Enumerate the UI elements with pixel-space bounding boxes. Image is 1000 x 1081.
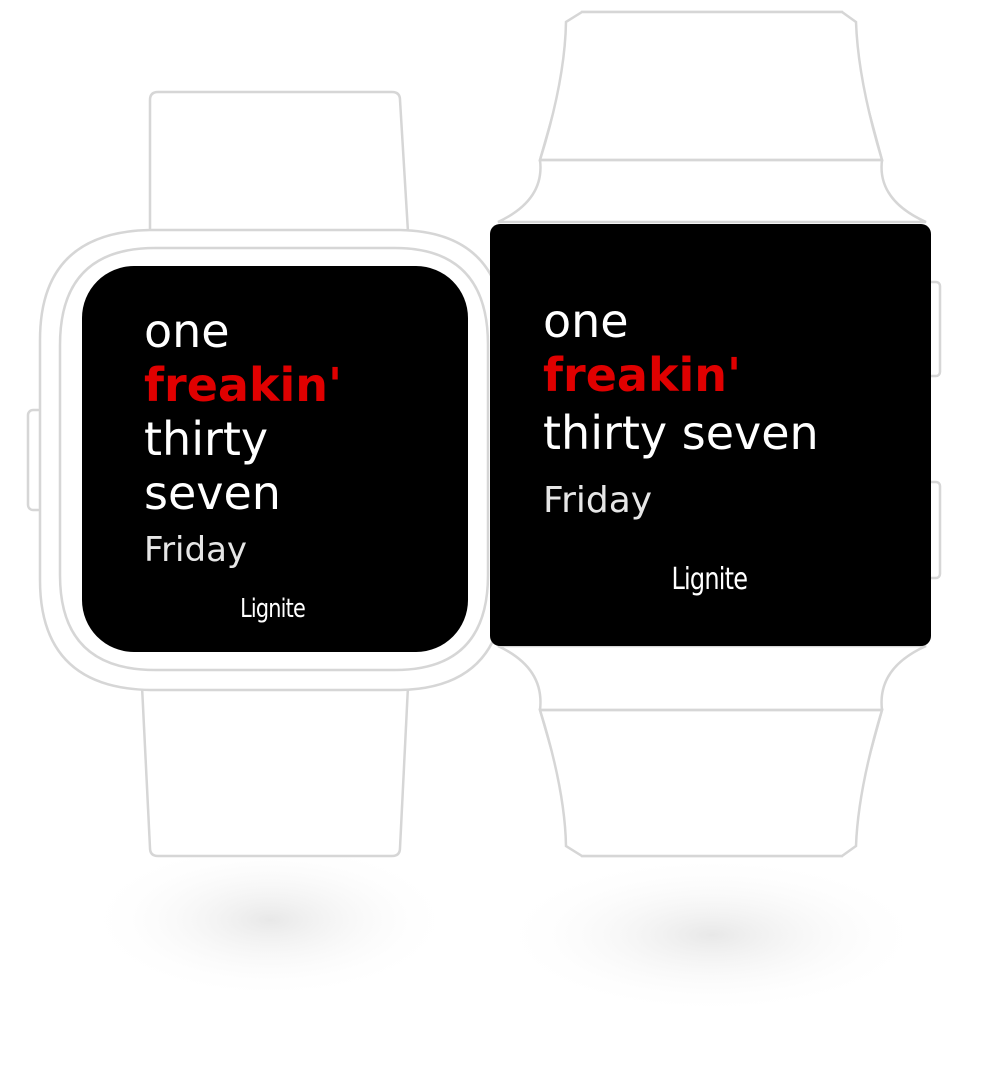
time-word-filler: freakin': [543, 348, 742, 402]
time-word-hour: one: [144, 304, 230, 358]
brand-label: Lignite: [240, 594, 306, 624]
brand-label: Lignite: [671, 562, 748, 597]
watch-right-screen: one freakin' thirty seven Friday Lignite: [490, 224, 931, 646]
time-word-minutes: thirty seven: [543, 406, 819, 460]
shadow-right: [497, 855, 927, 1015]
shadow-left: [85, 840, 455, 1000]
watch-preview-stage: one freakin' thirty seven Friday Lignite…: [0, 0, 1000, 1081]
time-word-hour: one: [543, 294, 629, 348]
day-label: Friday: [144, 530, 248, 570]
time-word-minute-tens: thirty: [144, 412, 269, 466]
day-label: Friday: [543, 480, 653, 521]
watch-left-screen: one freakin' thirty seven Friday Lignite: [82, 266, 468, 652]
time-word-filler: freakin': [144, 358, 343, 412]
time-word-minute-ones: seven: [144, 466, 281, 520]
